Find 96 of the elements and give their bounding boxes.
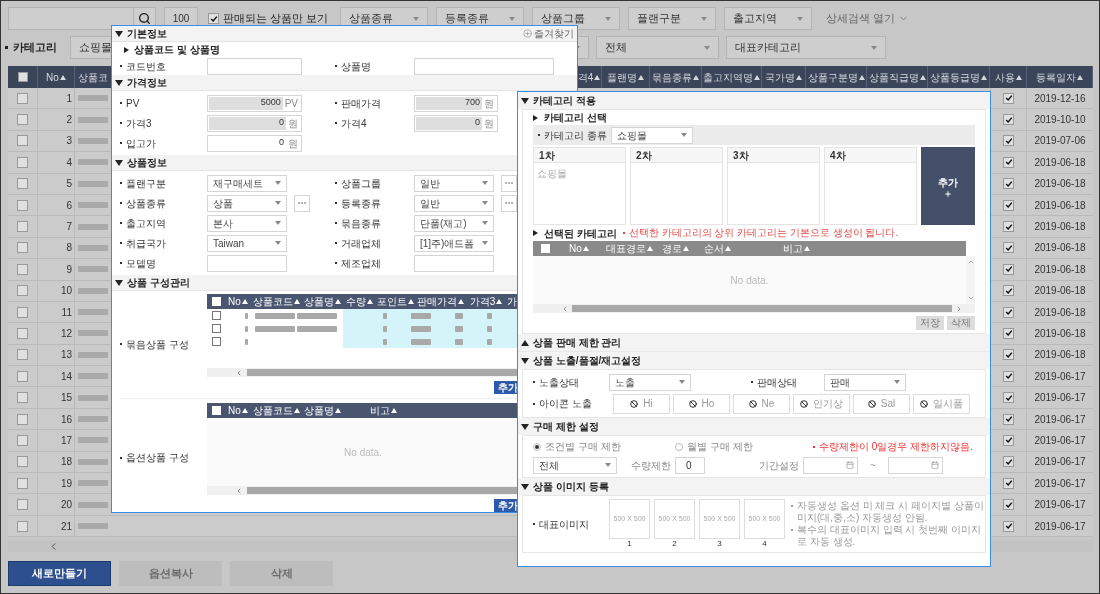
table-cell-text: 4 [66, 155, 72, 170]
field-label: 판매가격 [341, 96, 381, 111]
field-label: 가격3 [126, 116, 152, 131]
table-cell-text: 13 [60, 348, 72, 363]
table-cell-text: 2019-06-18 [1034, 262, 1086, 277]
field-label: 아이콘 노출 [539, 397, 592, 411]
field-label: 기간설정 [759, 458, 799, 473]
table-cell-text: 1 [66, 91, 72, 106]
table-cell-text: 2019-06-17 [1034, 455, 1086, 470]
field-label: PV [126, 96, 140, 111]
table-cell-text: 17 [60, 433, 72, 448]
column-title: 4차 [830, 148, 846, 163]
field-label: 카테고리 종류 [544, 128, 607, 143]
table-cell-text: 15 [60, 391, 72, 406]
help-note: 복수의 대표이미지 입력 시 첫번째 이미지로 자동 생성. [797, 524, 982, 548]
table-cell-text: 2019-06-18 [1034, 177, 1086, 192]
empty-message: No data. [730, 273, 769, 288]
field-label: 가격4 [341, 116, 367, 131]
table-cell-text: 2019-06-17 [1034, 476, 1086, 491]
section-title: 가격정보 [127, 76, 167, 90]
table-cell-text: 9 [66, 262, 72, 277]
subsection-title: 상품코드 및 상품명 [134, 43, 220, 57]
table-cell-text: 2019-06-18 [1034, 241, 1086, 256]
table-cell-text: 2019-06-17 [1034, 391, 1086, 406]
section-title: 구매 제한 설정 [533, 420, 599, 434]
field-label: 수량제한 [631, 458, 671, 473]
slot-number: 3 [717, 539, 722, 549]
table-cell-text: 19 [60, 476, 72, 491]
field-label: 묶음상품 구성 [126, 337, 189, 352]
column-title: 1차 [539, 148, 555, 163]
table-cell-text: 2019-06-18 [1034, 155, 1086, 170]
table-cell-text: 8 [66, 241, 72, 256]
field-label: 플랜구분 [126, 176, 166, 191]
table-cell-text: 2019-07-06 [1034, 134, 1086, 149]
field-label: 코드번호 [126, 59, 166, 74]
section-title: 상품정보 [127, 156, 167, 170]
table-cell-text: 10 [60, 284, 72, 299]
field-label: 옵션상품 구성 [126, 451, 189, 465]
table-cell-text: 2019-06-18 [1034, 220, 1086, 235]
field-label: 등록종류 [341, 196, 381, 211]
slot-number: 2 [672, 539, 677, 549]
table-cell-text: 2019-06-17 [1034, 412, 1086, 427]
filter-label: 카테고리 [13, 40, 57, 56]
table-cell-text: 2019-12-16 [1034, 91, 1086, 106]
table-cell-text: 20 [60, 498, 72, 513]
table-cell-text: 2019-06-18 [1034, 305, 1086, 320]
field-label: 판매상태 [757, 375, 797, 390]
table-cell-text: 21 [60, 519, 72, 534]
table-cell-text: 6 [66, 198, 72, 213]
warning-note: 선택한 카테고리의 상위 카테고리는 기본으로 생성이 됩니다. [628, 227, 899, 239]
slot-number: 4 [762, 539, 767, 549]
table-cell-text: 5 [66, 177, 72, 192]
field-label: 거래업체 [341, 236, 381, 251]
table-cell-text: 2019-06-17 [1034, 519, 1086, 534]
field-label: 출고지역 [126, 216, 166, 231]
field-label: 노출상태 [539, 375, 579, 390]
table-cell-text: 2019-06-18 [1034, 348, 1086, 363]
table-cell-text: 16 [60, 412, 72, 427]
help-note: 자동생성 옵션 미 체크 시 페이지별 상품이미지(대,중,소) 자동생성 안됨. [797, 500, 985, 524]
field-label: 취급국가 [126, 236, 166, 251]
field-label: 묶음종류 [341, 216, 381, 231]
section-title: 상품 판매 제한 관리 [533, 336, 622, 350]
table-cell-text: 2019-06-17 [1034, 433, 1086, 448]
table-cell-text: 14 [60, 369, 72, 384]
field-label: 대표이미지 [539, 517, 589, 532]
empty-message: No data. [344, 445, 382, 460]
section-title: 상품 이미지 등록 [533, 480, 609, 494]
warning-note: 수량제한이 0일경우 제한하지않음. [819, 440, 973, 453]
range-separator: ~ [870, 458, 876, 473]
column-title: 3차 [733, 148, 749, 163]
field-label: 모델명 [126, 256, 156, 271]
column-title: 2차 [636, 148, 652, 163]
table-cell-text: 2019-06-18 [1034, 327, 1086, 341]
subsection-title: 카테고리 선택 [544, 111, 607, 125]
table-cell-text: 2019-06-18 [1034, 198, 1086, 213]
table-cell-text: 2019-10-10 [1034, 113, 1086, 128]
section-title: 상품 노출/품절/재고설정 [533, 354, 642, 368]
slot-number: 1 [627, 539, 632, 549]
field-label: 상품명 [341, 59, 371, 74]
table-cell-text: 2 [66, 113, 72, 128]
section-title: 기본정보 [127, 27, 167, 41]
table-cell-text: 12 [60, 327, 72, 341]
table-cell-text: 18 [60, 455, 72, 470]
table-cell-text: 11 [61, 305, 72, 320]
field-label: 입고가 [126, 136, 156, 151]
section-title: 카테고리 적용 [533, 94, 596, 108]
subsection-title: 선택된 카테고리 [544, 226, 617, 241]
field-label: 제조업체 [341, 256, 381, 271]
table-cell-text: 3 [66, 134, 72, 149]
table-cell-text: 2019-06-18 [1034, 284, 1086, 299]
field-label: 상품종류 [126, 196, 166, 211]
table-cell-text: 2019-06-17 [1034, 498, 1086, 513]
field-label: 상품그룹 [341, 176, 381, 191]
section-title: 상품 구성관리 [127, 276, 190, 290]
table-cell-text: 7 [66, 220, 72, 235]
table-cell-text: 2019-06-17 [1034, 369, 1086, 384]
